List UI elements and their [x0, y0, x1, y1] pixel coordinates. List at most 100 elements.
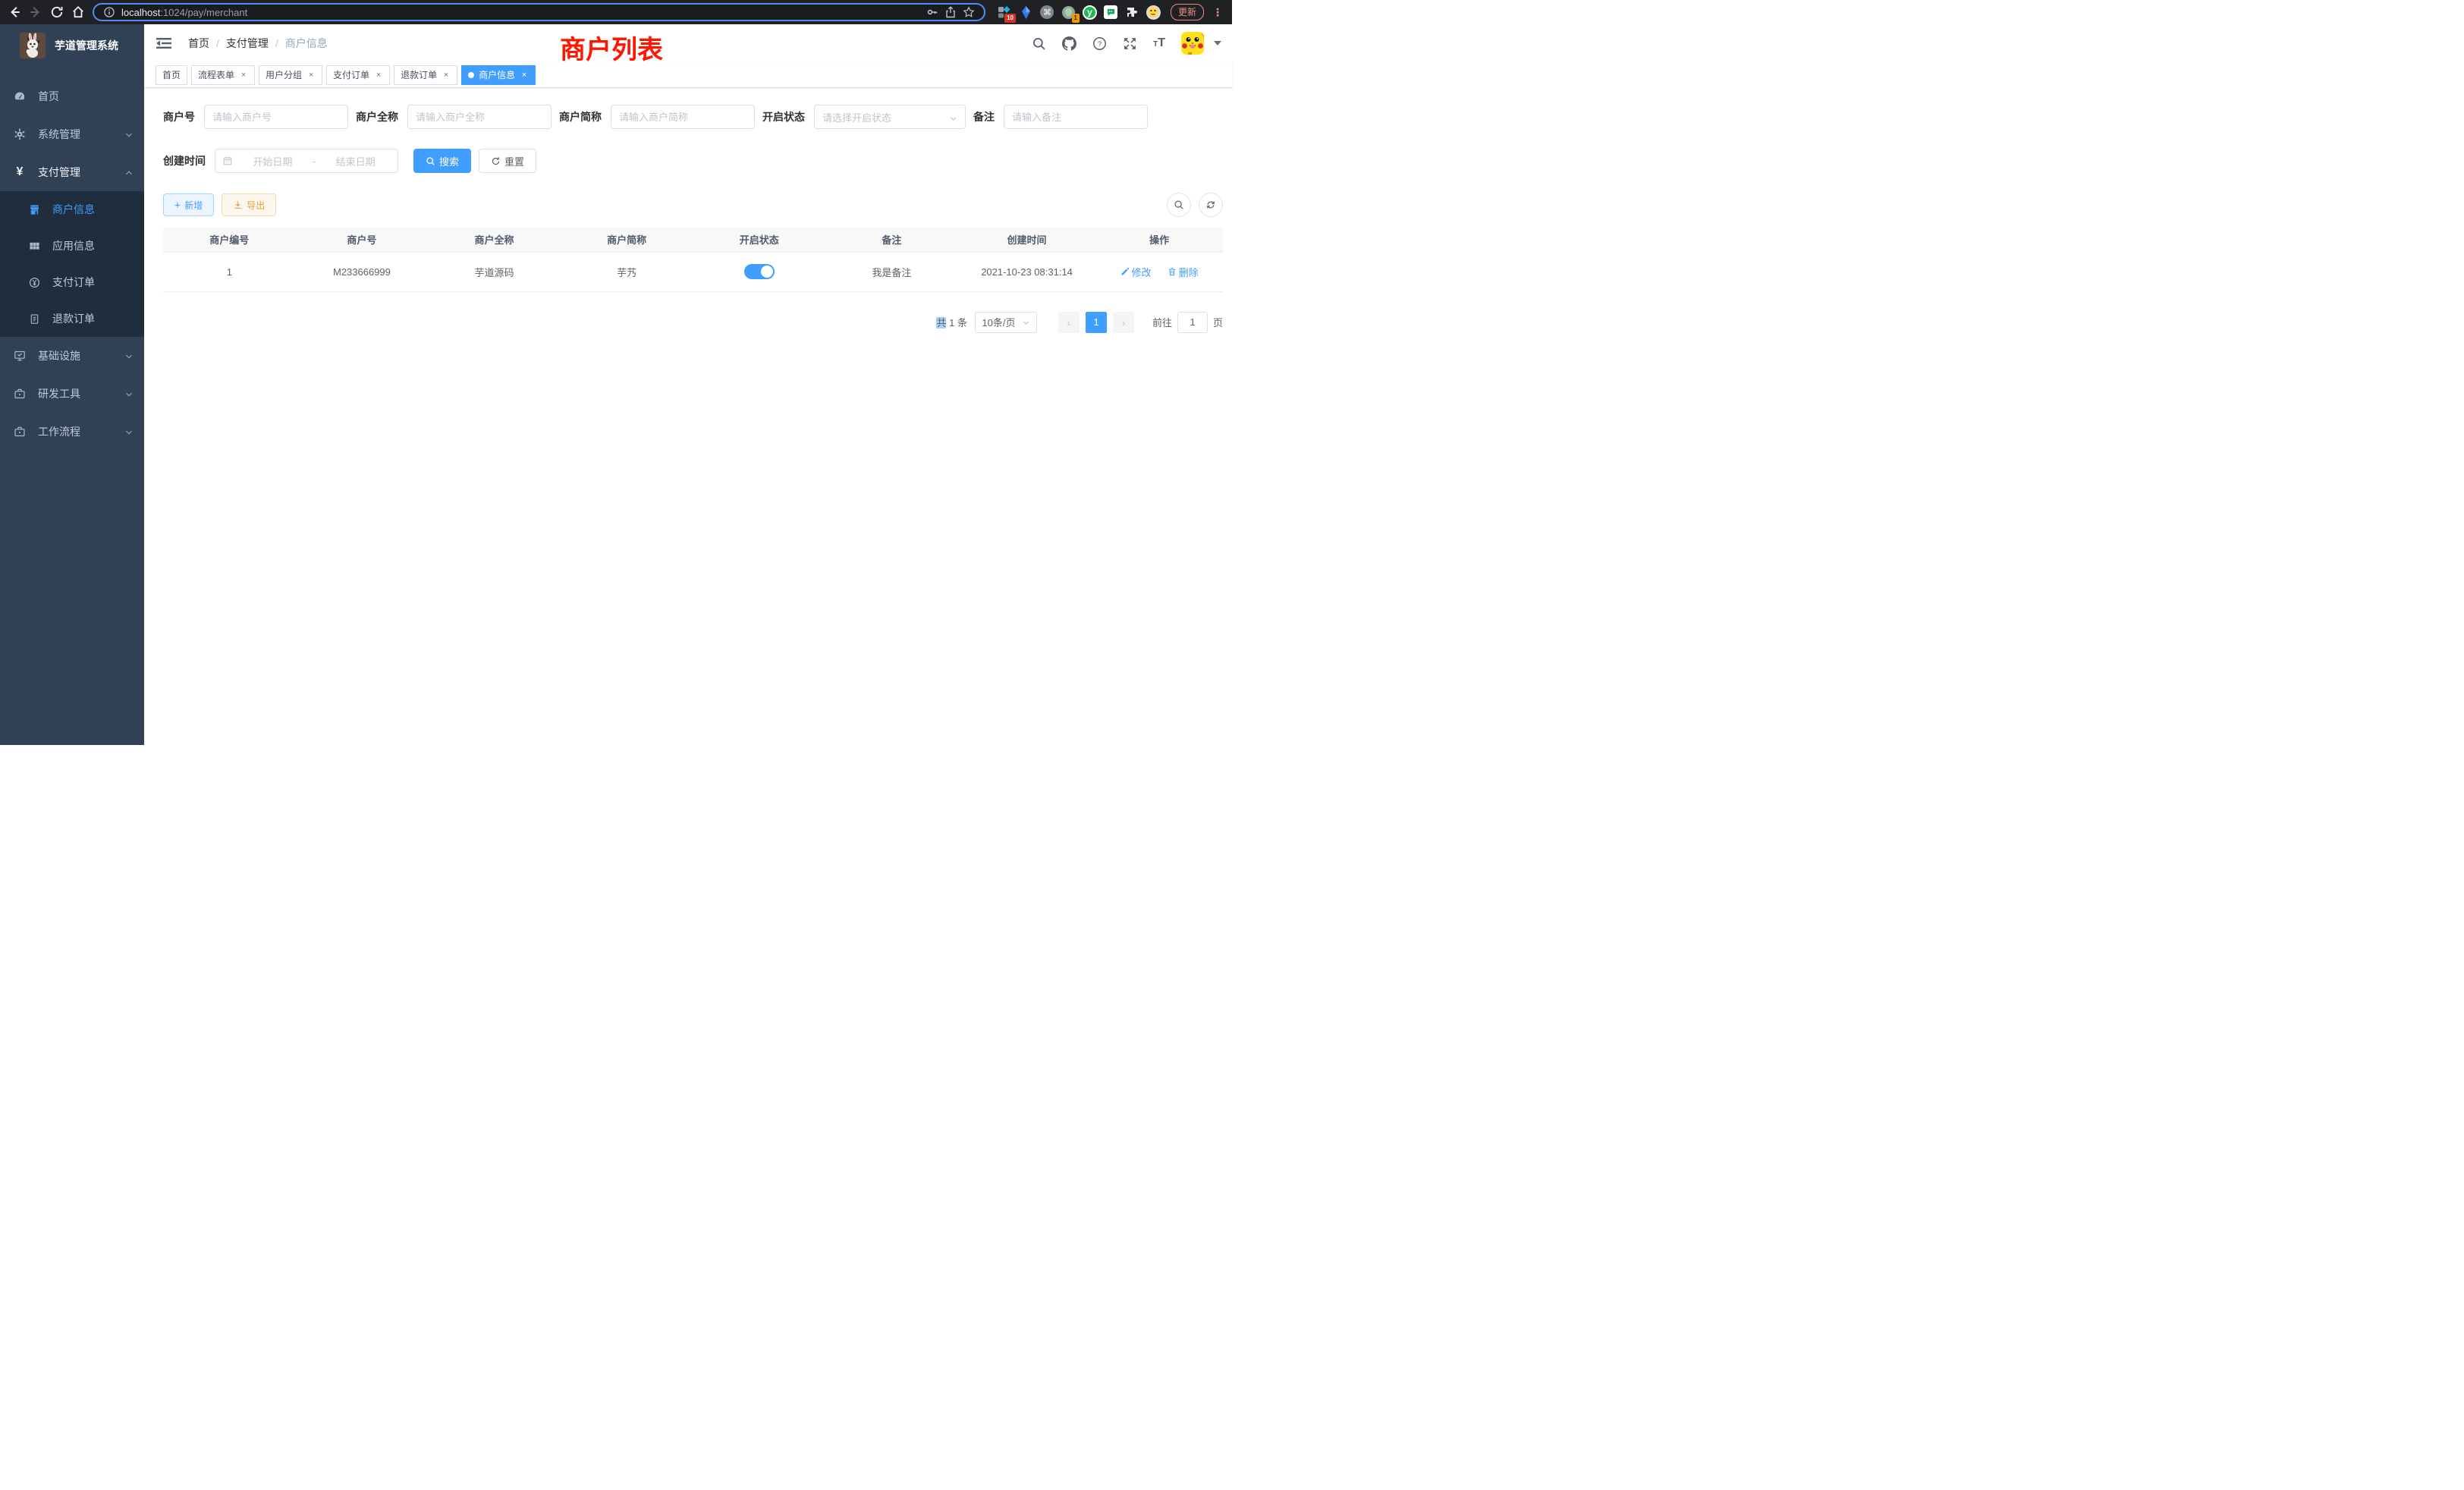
sidebar-item-dev-tools[interactable]: 研发工具 — [0, 375, 144, 413]
toggle-search-button[interactable] — [1167, 193, 1191, 217]
chevron-down-icon — [949, 113, 957, 121]
extensions-puzzle-icon[interactable] — [1125, 5, 1139, 20]
tab-user-group[interactable]: 用户分组× — [259, 65, 322, 85]
short-name-input[interactable] — [611, 105, 755, 129]
forward-icon[interactable] — [29, 5, 42, 19]
back-icon[interactable] — [8, 5, 21, 19]
sidebar-toggle-icon[interactable] — [156, 36, 171, 51]
page-number-current[interactable]: 1 — [1086, 312, 1107, 333]
bookmark-star-icon[interactable] — [963, 6, 975, 18]
url-text: localhost:1024/pay/merchant — [121, 7, 247, 18]
browser-update-button[interactable]: 更新 — [1171, 4, 1204, 20]
delete-button[interactable]: 删除 — [1168, 265, 1199, 279]
search-button[interactable]: 搜索 — [413, 149, 471, 173]
sidebar-item-app-info[interactable]: 应用信息 — [0, 228, 144, 264]
tab-pay-orders[interactable]: 支付订单× — [326, 65, 390, 85]
created-date-range-picker[interactable]: 开始日期 - 结束日期 — [215, 149, 398, 173]
tab-home[interactable]: 首页 — [156, 65, 187, 85]
merchant-no-input[interactable] — [204, 105, 348, 129]
extension-command-icon[interactable]: ⌘ — [1040, 5, 1054, 20]
header-search-icon[interactable] — [1032, 36, 1046, 51]
close-icon[interactable]: × — [239, 71, 248, 80]
browser-menu-icon[interactable]: ⋮ — [1211, 6, 1224, 19]
breadcrumb-home[interactable]: 首页 — [188, 36, 209, 51]
add-button[interactable]: + 新增 — [163, 193, 214, 216]
sidebar-item-label: 支付管理 — [38, 165, 124, 180]
sidebar-item-home[interactable]: 首页 — [0, 77, 144, 115]
col-full-name: 商户全称 — [428, 228, 561, 252]
close-icon[interactable]: × — [306, 71, 316, 80]
refresh-icon — [491, 156, 501, 166]
sidebar-item-workflow[interactable]: 工作流程 — [0, 413, 144, 451]
plus-icon: + — [174, 200, 181, 210]
full-name-input[interactable] — [407, 105, 552, 129]
avatar-dropdown-caret[interactable] — [1214, 41, 1221, 46]
header-actions: ? TT — [1032, 32, 1221, 55]
page-size-select[interactable]: 10条/页 — [975, 312, 1037, 333]
short-name-label: 商户简称 — [559, 109, 611, 124]
goto-page-input[interactable] — [1177, 312, 1208, 333]
cell-short-name: 芋艿 — [561, 252, 693, 291]
refresh-table-button[interactable] — [1199, 193, 1223, 217]
table-header-row: 商户编号 商户号 商户全称 商户简称 开启状态 备注 创建时间 操作 — [163, 228, 1223, 252]
extension-kite-icon[interactable] — [1019, 5, 1033, 20]
sidebar-item-pay-orders[interactable]: 支付订单 — [0, 264, 144, 300]
close-icon[interactable]: × — [374, 71, 383, 80]
extension-profile-icon[interactable]: 1 — [1061, 5, 1076, 20]
breadcrumb-payment[interactable]: 支付管理 — [226, 36, 269, 51]
close-icon[interactable]: × — [442, 71, 451, 80]
edit-button[interactable]: 修改 — [1120, 265, 1152, 279]
merchant-table: 商户编号 商户号 商户全称 商户简称 开启状态 备注 创建时间 操作 1 M23… — [163, 228, 1223, 292]
sidebar-item-refund-orders[interactable]: 退款订单 — [0, 300, 144, 337]
goto-label: 前往 — [1152, 315, 1172, 329]
export-button[interactable]: 导出 — [222, 193, 276, 216]
breadcrumb: 首页 / 支付管理 / 商户信息 — [188, 36, 328, 51]
page-info-icon[interactable] — [103, 6, 115, 18]
cell-merchant-no: M233666999 — [296, 252, 429, 291]
sidebar-item-merchant-info[interactable]: 商户信息 — [0, 191, 144, 228]
date-end-placeholder: 结束日期 — [320, 154, 391, 168]
url-bar[interactable]: localhost:1024/pay/merchant — [93, 3, 985, 21]
reset-button[interactable]: 重置 — [479, 149, 536, 173]
svg-text:?: ? — [1098, 39, 1102, 48]
monitor-icon — [14, 350, 26, 362]
github-icon[interactable] — [1062, 36, 1076, 51]
tab-process-form[interactable]: 流程表单× — [191, 65, 255, 85]
filter-form-row-1: 商户号 商户全称 商户简称 开启状态 请选择开启状态 — [163, 105, 1223, 129]
home-icon[interactable] — [71, 5, 85, 19]
extension-chat-icon[interactable] — [1104, 5, 1118, 20]
prev-page-button[interactable]: ‹ — [1058, 312, 1080, 333]
fullscreen-icon[interactable] — [1123, 36, 1137, 51]
col-status: 开启状态 — [693, 228, 826, 252]
font-size-icon[interactable]: TT — [1153, 37, 1165, 49]
reload-icon[interactable] — [50, 5, 64, 19]
sidebar-item-label: 商户信息 — [52, 202, 95, 217]
tab-merchant-info[interactable]: 商户信息× — [461, 65, 536, 85]
browser-profile-avatar[interactable] — [1146, 5, 1161, 20]
user-avatar[interactable] — [1181, 32, 1204, 55]
extension-y-icon[interactable]: y — [1083, 5, 1097, 20]
status-select[interactable]: 请选择开启状态 — [814, 105, 966, 129]
sidebar-item-infrastructure[interactable]: 基础设施 — [0, 337, 144, 375]
extension-blue-diamond-icon[interactable]: 10 — [998, 5, 1012, 20]
share-icon[interactable] — [944, 6, 957, 18]
password-key-icon[interactable] — [926, 6, 938, 18]
sidebar-item-label: 基础设施 — [38, 348, 124, 363]
sidebar-item-system[interactable]: 系统管理 — [0, 115, 144, 153]
breadcrumb-separator: / — [216, 37, 219, 49]
remark-input[interactable] — [1004, 105, 1148, 129]
briefcase-icon — [14, 388, 26, 400]
col-merchant-id: 商户编号 — [163, 228, 296, 252]
sidebar: 芋道管理系统 首页 系统管理 ¥ 支付管理 商户信息 — [0, 24, 144, 745]
sidebar-item-payment[interactable]: ¥ 支付管理 — [0, 153, 144, 191]
merchant-list-page: 商户号 商户全称 商户简称 开启状态 请选择开启状态 — [144, 88, 1232, 745]
col-actions: 操作 — [1095, 228, 1223, 252]
tab-refund-orders[interactable]: 退款订单× — [394, 65, 457, 85]
sidebar-menu: 首页 系统管理 ¥ 支付管理 商户信息 应用信息 — [0, 77, 144, 451]
help-icon[interactable]: ? — [1092, 36, 1107, 51]
next-page-button[interactable]: › — [1113, 312, 1134, 333]
status-toggle-on[interactable] — [744, 264, 775, 279]
app-logo[interactable]: 芋道管理系统 — [0, 24, 144, 67]
remark-label: 备注 — [973, 109, 1004, 124]
close-icon[interactable]: × — [520, 71, 529, 80]
